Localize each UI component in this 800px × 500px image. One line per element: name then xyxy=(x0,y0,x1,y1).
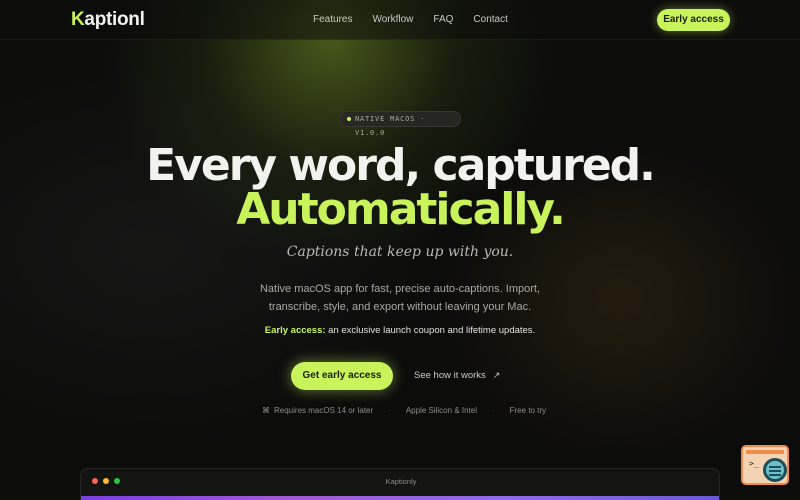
requirement-macos: Requires macOS 14 or later xyxy=(274,406,374,415)
see-how-it-works-label: See how it works xyxy=(414,370,486,381)
nav-link-workflow[interactable]: Workflow xyxy=(372,14,413,25)
magnifier-icon xyxy=(763,458,787,482)
logo-text: aptionl xyxy=(84,9,145,30)
tagline: Captions that keep up with you. xyxy=(286,244,514,260)
version-badge-label: NATIVE MACOS · V1.0.0 xyxy=(355,115,426,137)
separator-dot: · xyxy=(388,406,391,415)
see-how-it-works-link[interactable]: See how it works ↗ xyxy=(414,370,500,381)
requirements-row: ⌘ Requires macOS 14 or later · Apple Sil… xyxy=(262,406,546,415)
logo-k: K xyxy=(71,9,85,30)
window-title: Kaptionly xyxy=(385,477,417,486)
status-dot-icon xyxy=(347,117,351,121)
requirement-free: Free to try xyxy=(509,406,547,415)
version-badge: NATIVE MACOS · V1.0.0 xyxy=(339,111,461,137)
early-access-label: Early access: xyxy=(264,325,326,336)
arrow-up-right-icon: ↗ xyxy=(492,370,501,380)
early-access-text: an exclusive launch coupon and lifetime … xyxy=(325,325,536,336)
nav-link-features[interactable]: Features xyxy=(313,14,352,25)
get-early-access-button[interactable]: Get early access xyxy=(291,362,393,390)
headline-line-2: Automatically. xyxy=(236,184,566,235)
terminal-prompt-icon: >_ xyxy=(749,459,759,468)
nav-links: Features Workflow FAQ Contact xyxy=(313,14,508,25)
early-access-nav-button[interactable]: Early access xyxy=(657,9,730,31)
nav-link-faq[interactable]: FAQ xyxy=(433,14,453,25)
widget-bar xyxy=(746,450,784,454)
nav-link-contact[interactable]: Contact xyxy=(473,14,507,25)
description: Native macOS app for fast, precise auto-… xyxy=(259,283,540,313)
app-window-preview: Kaptionly xyxy=(80,468,720,500)
early-access-note: Early access: an exclusive launch coupon… xyxy=(0,325,800,336)
top-nav: Kaptionl Features Workflow FAQ Contact E… xyxy=(0,0,800,40)
requirement-silicon: Apple Silicon & Intel xyxy=(405,406,477,415)
separator-dot: · xyxy=(491,406,495,415)
logo[interactable]: Kaptionl xyxy=(71,9,145,31)
window-content-strip xyxy=(81,496,719,500)
floating-widget-icon[interactable]: >_ xyxy=(741,445,789,485)
command-icon: ⌘ xyxy=(262,406,270,415)
